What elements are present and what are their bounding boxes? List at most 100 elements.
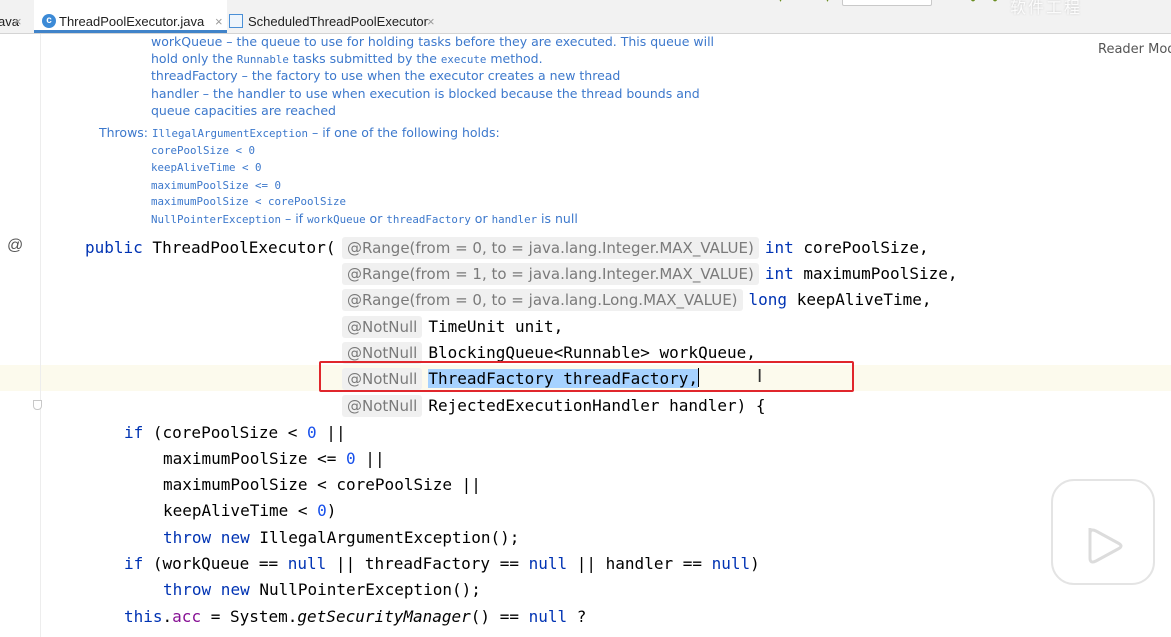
code-param-unit: @NotNull TimeUnit unit, [342, 316, 563, 338]
toolbar-area: ▾ ▾ ● ● [770, 0, 1171, 6]
tab-scheduledthreadpoolexecutor[interactable]: ScheduledThreadPoolExecutor × [229, 0, 451, 33]
code-text: (workQueue == [143, 554, 288, 573]
toolbar-debug-icon[interactable]: ● [992, 0, 1002, 5]
static-call: getSecurityManager [297, 607, 471, 626]
annotation-hint: @NotNull [342, 395, 423, 417]
code-text: . [162, 607, 173, 626]
code-line-if-1: if (corePoolSize < 0 || [124, 423, 346, 443]
code-line-if-3: maximumPoolSize < corePoolSize || [163, 475, 481, 494]
toolbar-run-icon[interactable]: ● [970, 0, 980, 5]
code-line-if-null: if (workQueue == null || threadFactory =… [124, 554, 760, 574]
code-text: ) [750, 554, 760, 573]
keyword-null: null [528, 554, 568, 573]
annotation-hint: @Range(from = 1, to = java.lang.Integer.… [342, 263, 759, 285]
doc-exception: NullPointerException [151, 213, 282, 226]
annotation-hint: @Range(from = 0, to = java.lang.Integer.… [342, 237, 759, 259]
doc-param-threadfactory: threadFactory – the factory to use when … [151, 67, 620, 84]
code-text: ? [567, 607, 587, 626]
doc-condition: keepAliveTime < 0 [151, 161, 262, 174]
doc-code: handler [491, 213, 538, 226]
doc-condition: maximumPoolSize <= 0 [151, 179, 282, 192]
field-acc: acc [172, 607, 202, 626]
annotation-hint: @Range(from = 0, to = java.lang.Long.MAX… [342, 289, 743, 311]
param-decl: TimeUnit unit, [428, 317, 564, 336]
param-decl: RejectedExecutionHandler handler) { [428, 396, 766, 415]
tab-close-icon[interactable]: × [14, 11, 22, 33]
doc-text: – if [281, 211, 308, 226]
keyword-null: null [528, 607, 568, 626]
doc-text: method. [486, 51, 543, 66]
keyword-null: null [711, 554, 751, 573]
doc-code: workQueue [307, 213, 366, 226]
doc-param-handler-cont: queue capacities are reached [151, 102, 336, 119]
keyword-throw: throw [163, 528, 212, 547]
doc-text: – if one of the following holds: [308, 125, 500, 140]
code-text: || [316, 423, 346, 442]
doc-param-name: threadFactory [151, 68, 238, 83]
gutter-divider [40, 34, 41, 637]
keyword-new: new [211, 528, 250, 547]
code-line-if-4: keepAliveTime < 0) [163, 501, 336, 521]
override-marker-icon[interactable]: @ [7, 237, 23, 255]
play-icon [1051, 464, 1155, 585]
param-name: maximumPoolSize, [793, 264, 958, 283]
code-param-maximumpoolsize: @Range(from = 1, to = java.lang.Integer.… [342, 263, 957, 285]
doc-code: Runnable [236, 53, 289, 66]
tab-label: ScheduledThreadPoolExecutor [248, 14, 428, 29]
ibeam-cursor-icon: I [757, 366, 763, 387]
fold-marker-icon[interactable] [33, 400, 42, 410]
doc-text: is null [537, 211, 578, 226]
doc-text: or [470, 211, 492, 226]
tab-threadpoolexecutor[interactable]: c ThreadPoolExecutor.java × [34, 0, 227, 33]
param-name: keepAliveTime, [787, 290, 932, 309]
doc-exception: IllegalArgumentException [152, 127, 309, 140]
annotation-hint: @NotNull [342, 316, 423, 338]
number-literal: 0 [307, 423, 317, 442]
reader-mode-toggle[interactable]: Reader Mod [1098, 42, 1171, 57]
code-line-acc: this.acc = System.getSecurityManager() =… [124, 607, 586, 627]
class-c-icon: c [42, 14, 56, 28]
code-editor[interactable]: Reader Mod @ workQueue – the queue to us… [0, 34, 1171, 637]
keyword-public: public [85, 238, 143, 257]
run-config-select[interactable] [842, 0, 932, 6]
type-keyword: int [764, 264, 794, 283]
toolbar-build-icon[interactable]: ▾ [825, 0, 835, 5]
doc-param-name: workQueue [151, 34, 223, 49]
doc-text: tasks submitted by the [288, 51, 441, 66]
number-literal: 0 [317, 501, 327, 520]
code-line-if-2: maximumPoolSize <= 0 || [163, 449, 385, 469]
tab-close-icon[interactable]: × [215, 11, 223, 33]
keyword-this: this [124, 607, 163, 626]
type-keyword: long [748, 290, 788, 309]
type-keyword: int [764, 238, 794, 257]
toolbar-arrow-icon[interactable]: ▾ [778, 0, 788, 5]
keyword-if: if [124, 423, 144, 442]
video-play-button[interactable] [1048, 458, 1158, 588]
code-text: (corePoolSize < [143, 423, 308, 442]
doc-throws-label: Throws: [99, 125, 149, 140]
doc-text: – the factory to use when the executor c… [237, 68, 621, 83]
code-text: || handler == [567, 554, 712, 573]
number-literal: 0 [346, 449, 356, 468]
code-line-signature: public ThreadPoolExecutor( [85, 238, 335, 258]
doc-code: execute [440, 53, 487, 66]
doc-code: threadFactory [386, 213, 471, 226]
code-param-keepalivetime: @Range(from = 0, to = java.lang.Long.MAX… [342, 289, 932, 311]
doc-text: hold only the [151, 51, 237, 66]
doc-param-workqueue-cont: hold only the Runnable tasks submitted b… [151, 50, 543, 68]
param-decl: BlockingQueue<Runnable> workQueue, [428, 343, 756, 362]
tab-close-icon[interactable]: × [427, 11, 435, 33]
doc-param-name: handler [151, 86, 199, 101]
doc-param-workqueue: workQueue – the queue to use for holding… [151, 33, 714, 50]
code-line-throw-npe: throw new NullPointerException(); [163, 580, 481, 600]
code-param-corepoolsize: @Range(from = 0, to = java.lang.Integer.… [342, 237, 929, 259]
doc-npe: NullPointerException – if workQueue or t… [151, 210, 578, 228]
code-param-handler: @NotNull RejectedExecutionHandler handler… [342, 395, 766, 417]
code-text: IllegalArgumentException(); [249, 528, 520, 547]
param-name: corePoolSize, [793, 238, 929, 257]
doc-condition: corePoolSize < 0 [151, 144, 256, 157]
code-text: keepAliveTime < [163, 501, 318, 520]
code-text: ) [326, 501, 337, 520]
red-highlight-box [319, 361, 854, 392]
code-text: () == [470, 607, 529, 626]
